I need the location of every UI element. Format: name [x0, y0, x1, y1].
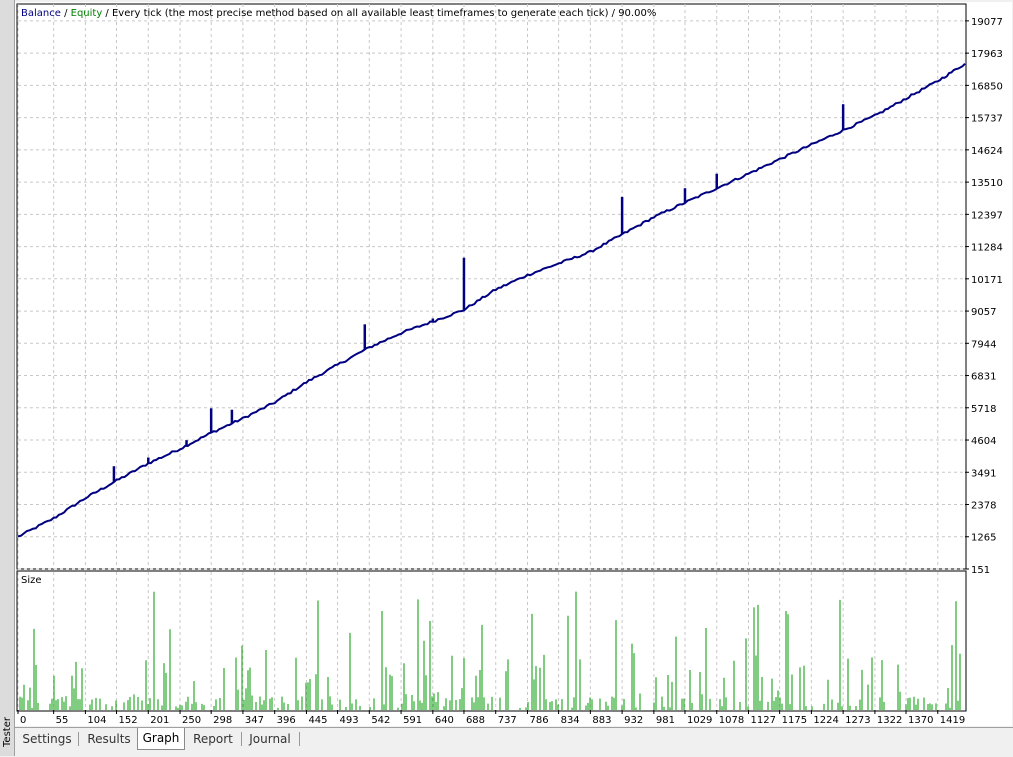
x-tick-label: 1175	[782, 715, 807, 726]
y-tick-label: 9057	[971, 307, 996, 318]
x-tick-label: 55	[56, 715, 69, 726]
y-tick-label: 16850	[971, 81, 1003, 92]
tab-settings[interactable]: Settings	[19, 729, 75, 749]
y-tick-label: 6831	[971, 372, 996, 383]
equity-legend: Equity	[71, 8, 103, 19]
x-tick-label: 1078	[719, 715, 744, 726]
x-tick-label: 1370	[908, 715, 933, 726]
y-tick-label: 10171	[971, 275, 1003, 286]
x-tick-label: 445	[308, 715, 327, 726]
y-tick-label: 19077	[971, 17, 1003, 28]
tab-graph[interactable]: Graph	[137, 728, 185, 750]
x-tick-label: 1127	[751, 715, 776, 726]
balance-legend: Balance	[21, 8, 61, 19]
x-tick-label: 250	[182, 715, 201, 726]
y-tick-label: 7944	[971, 339, 996, 350]
y-tick-label: 2378	[971, 501, 996, 512]
x-tick-label: 981	[656, 715, 675, 726]
chart-area: 19077 17963 16850 15737 14624 13510 12397 11284…	[15, 2, 1012, 726]
test-description: / Every tick (the most precise method ba…	[102, 8, 656, 19]
x-tick-label: 542	[371, 715, 390, 726]
x-tick-label: 1273	[845, 715, 870, 726]
y-tick-label: 14624	[971, 146, 1003, 157]
x-tick-label: 0	[20, 715, 26, 726]
x-tick-label: 347	[245, 715, 264, 726]
x-tick-label: 688	[466, 715, 485, 726]
x-tick-label: 591	[403, 715, 422, 726]
x-tick-label: 493	[340, 715, 359, 726]
chart-header: Balance / Equity / Every tick (the most …	[21, 8, 656, 19]
tester-side-tab[interactable]: Tester	[0, 0, 15, 756]
chart-svg: 19077 17963 16850 15737 14624 13510 12397 11284…	[16, 3, 1003, 726]
x-tick-label: 1322	[877, 715, 902, 726]
main-panel	[16, 3, 967, 570]
main-y-axis: 19077 17963 16850 15737 14624 13510 12397 11284…	[965, 17, 1003, 576]
y-tick-label: 5718	[971, 404, 996, 415]
y-tick-label: 11284	[971, 243, 1003, 254]
x-tick-label: 932	[624, 715, 643, 726]
tab-journal[interactable]: Journal	[244, 729, 296, 749]
tab-separator	[241, 732, 242, 746]
x-tick-label: 883	[592, 715, 611, 726]
tester-tabs: Settings Results Graph Report Journal	[15, 727, 1013, 757]
x-tick-label: 834	[561, 715, 580, 726]
x-tick-label: 152	[119, 715, 138, 726]
tab-report[interactable]: Report	[187, 729, 239, 749]
tab-separator	[299, 732, 300, 746]
x-tick-label: 104	[87, 715, 106, 726]
y-tick-label: 17963	[971, 49, 1003, 60]
tester-side-tab-label: Tester	[2, 717, 13, 747]
x-axis: 0 55 104 152 201 250 298 347 396 445 493 542 591 640 6…	[17, 710, 965, 726]
y-tick-label: 151	[971, 565, 990, 576]
y-tick-label: 3491	[971, 468, 996, 479]
x-tick-label: 786	[529, 715, 548, 726]
x-tick-label: 1419	[940, 715, 965, 726]
x-tick-label: 737	[498, 715, 517, 726]
y-tick-label: 15737	[971, 114, 1003, 125]
x-tick-label: 1029	[687, 715, 712, 726]
x-tick-label: 1224	[813, 715, 838, 726]
x-tick-label: 640	[435, 715, 454, 726]
y-tick-label: 1265	[971, 533, 996, 544]
y-tick-label: 4604	[971, 436, 996, 447]
tab-separator	[78, 732, 79, 746]
tab-results[interactable]: Results	[81, 729, 137, 749]
size-panel-title: Size	[21, 575, 42, 586]
size-panel	[16, 570, 967, 712]
y-tick-label: 13510	[971, 178, 1003, 189]
x-tick-label: 396	[277, 715, 296, 726]
y-tick-label: 12397	[971, 210, 1003, 221]
x-tick-label: 298	[213, 715, 232, 726]
x-tick-label: 201	[150, 715, 169, 726]
